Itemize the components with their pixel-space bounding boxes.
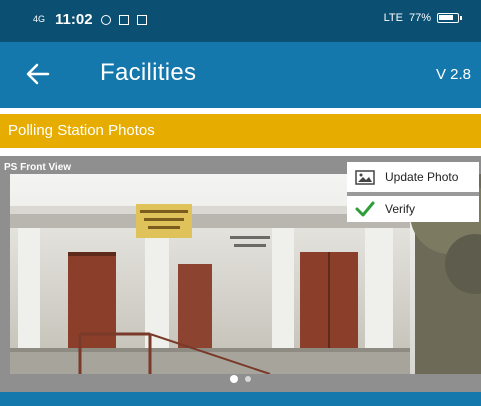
gallery-icon [118,14,129,25]
whatsapp-icon [100,14,111,25]
check-icon [355,201,375,217]
page-dot-1[interactable] [230,375,238,383]
network-icon: LTE [383,12,403,24]
app-version: V 2.8 [435,66,471,83]
app-bar: Facilities V 2.8 [0,42,481,108]
update-photo-button[interactable]: Update Photo [347,162,479,192]
battery-icon [437,13,462,23]
battery-percent: 77% [408,12,431,24]
photo-action-panel: Update Photo Verify [347,162,479,222]
status-bar-right: LTE 77% [383,12,462,24]
mail-icon [136,14,147,25]
carousel-pager [230,375,251,383]
image-upload-icon [355,170,375,185]
status-bar: 4G 11:02 LTE 77% [0,0,481,42]
update-photo-label: Update Photo [385,170,459,184]
photo-caption: PS Front View [4,162,72,173]
verify-label: Verify [385,202,416,216]
section-header: Polling Station Photos [0,114,481,148]
photo-carousel[interactable]: PS Front View Update Photo Verify [0,156,481,392]
status-bar-left: 4G 11:02 [33,11,147,28]
status-time: 11:02 [55,11,93,28]
bottom-bar [0,392,481,406]
page-dot-2[interactable] [245,376,251,382]
signal-icon: 4G [33,14,46,24]
back-arrow-icon[interactable] [24,60,52,88]
page-title: Facilities [100,59,197,86]
verify-button[interactable]: Verify [347,192,479,222]
